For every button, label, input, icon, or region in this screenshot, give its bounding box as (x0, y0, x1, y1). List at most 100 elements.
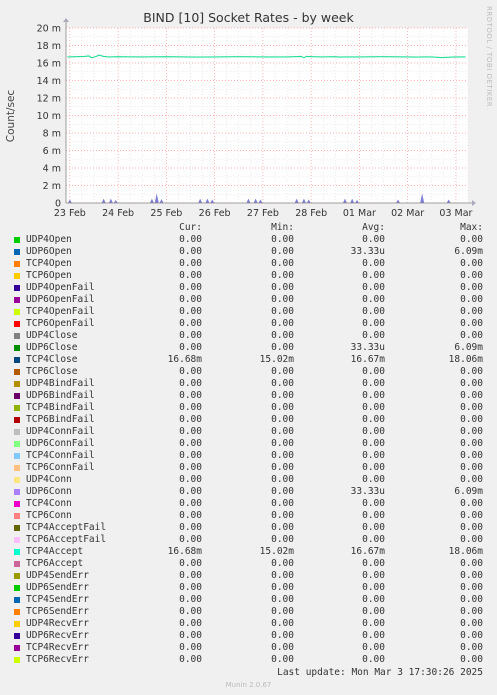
legend-swatch (14, 465, 20, 471)
legend-swatch (14, 645, 20, 651)
legend-min-value: 0.00 (271, 294, 294, 305)
legend-row: UDP4Close 0.00 0.00 0.00 0.00 (0, 330, 497, 342)
legend-min-value: 0.00 (271, 630, 294, 641)
legend-series-name: UDP6ConnFail (26, 438, 95, 449)
legend-series-name: UDP4Conn (26, 474, 72, 485)
legend-cur-value: 0.00 (179, 462, 202, 473)
legend-max-value: 18.06m (448, 546, 483, 557)
legend-row: TCP4BindFail 0.00 0.00 0.00 0.00 (0, 402, 497, 414)
legend-row: UDP4OpenFail 0.00 0.00 0.00 0.00 (0, 282, 497, 294)
legend-avg-value: 0.00 (362, 522, 385, 533)
legend-min-value: 15.02m (259, 546, 294, 557)
legend-min-value: 0.00 (271, 234, 294, 245)
legend-max-value: 6.09m (454, 342, 483, 353)
legend-swatch (14, 453, 20, 459)
x-tick-label: 25 Feb (150, 208, 182, 219)
munin-graph: BIND [10] Socket Rates - by week RRDTOOL… (0, 0, 497, 695)
legend-cur-value: 0.00 (179, 390, 202, 401)
legend-row: TCP6Close 0.00 0.00 0.00 0.00 (0, 366, 497, 378)
x-tick-label: 28 Feb (295, 208, 327, 219)
legend-cur-value: 0.00 (179, 474, 202, 485)
legend-max-value: 0.00 (460, 498, 483, 509)
legend-max-value: 0.00 (460, 474, 483, 485)
legend-cur-value: 0.00 (179, 642, 202, 653)
y-tick-label: 18 m (37, 41, 61, 52)
legend-max-value: 0.00 (460, 318, 483, 329)
legend-row: TCP4Accept 16.68m 15.02m 16.67m 18.06m (0, 546, 497, 558)
legend-series-name: TCP6SendErr (26, 606, 89, 617)
legend-row: UDP6Close 0.00 0.00 33.33u 6.09m (0, 342, 497, 354)
legend-cur-value: 0.00 (179, 606, 202, 617)
legend-avg-value: 0.00 (362, 654, 385, 665)
x-tick-label: 01 Mar (343, 208, 376, 219)
legend-min-value: 0.00 (271, 558, 294, 569)
legend-row: UDP6OpenFail 0.00 0.00 0.00 0.00 (0, 294, 497, 306)
legend-min-value: 0.00 (271, 282, 294, 293)
legend-min-value: 0.00 (271, 462, 294, 473)
legend-max-value: 0.00 (460, 582, 483, 593)
legend-header-row: Cur: Min: Avg: Max: (0, 222, 497, 234)
legend-max-value: 0.00 (460, 630, 483, 641)
legend-max-value: 0.00 (460, 414, 483, 425)
legend-cur-value: 0.00 (179, 330, 202, 341)
legend-avg-value: 0.00 (362, 402, 385, 413)
legend-swatch (14, 633, 20, 639)
legend-series-name: UDP4BindFail (26, 378, 95, 389)
header-min: Min: (271, 222, 294, 233)
legend-cur-value: 0.00 (179, 378, 202, 389)
legend-series-name: UDP6Close (26, 342, 78, 353)
legend-cur-value: 0.00 (179, 402, 202, 413)
legend-series-name: TCP6BindFail (26, 414, 95, 425)
legend-max-value: 0.00 (460, 438, 483, 449)
legend-series-name: TCP4ConnFail (26, 450, 95, 461)
legend-min-value: 0.00 (271, 654, 294, 665)
chart-plot: 02 m4 m6 m8 m10 m12 m14 m16 m18 m20 m23 … (37, 18, 476, 219)
legend-row: TCP4SendErr 0.00 0.00 0.00 0.00 (0, 594, 497, 606)
y-tick-label: 12 m (37, 94, 61, 105)
legend-min-value: 0.00 (271, 534, 294, 545)
y-tick-label: 20 m (37, 24, 61, 35)
legend-series-name: TCP4BindFail (26, 402, 95, 413)
munin-version: Munin 2.0.67 (225, 681, 272, 689)
y-tick-label: 16 m (37, 59, 61, 70)
legend-min-value: 0.00 (271, 246, 294, 257)
legend-min-value: 0.00 (271, 642, 294, 653)
legend-swatch (14, 405, 20, 411)
legend-avg-value: 0.00 (362, 618, 385, 629)
legend-max-value: 0.00 (460, 282, 483, 293)
legend-min-value: 0.00 (271, 486, 294, 497)
legend-avg-value: 0.00 (362, 558, 385, 569)
legend-row: UDP4SendErr 0.00 0.00 0.00 0.00 (0, 570, 497, 582)
x-tick-label: 03 Mar (439, 208, 472, 219)
legend-max-value: 0.00 (460, 594, 483, 605)
legend-series-name: UDP6SendErr (26, 582, 89, 593)
legend-min-value: 0.00 (271, 402, 294, 413)
legend-min-value: 0.00 (271, 606, 294, 617)
legend-min-value: 0.00 (271, 306, 294, 317)
legend-avg-value: 0.00 (362, 594, 385, 605)
legend-max-value: 0.00 (460, 450, 483, 461)
legend-swatch (14, 573, 20, 579)
legend-avg-value: 0.00 (362, 450, 385, 461)
legend-series-name: TCP6ConnFail (26, 462, 95, 473)
legend-row: TCP4OpenFail 0.00 0.00 0.00 0.00 (0, 306, 497, 318)
x-tick-label: 26 Feb (199, 208, 231, 219)
legend-series-name: UDP6Open (26, 246, 72, 257)
legend-swatch (14, 333, 20, 339)
legend-max-value: 0.00 (460, 330, 483, 341)
legend-cur-value: 0.00 (179, 582, 202, 593)
legend-min-value: 0.00 (271, 330, 294, 341)
legend-swatch (14, 357, 20, 363)
legend-row: UDP4RecvErr 0.00 0.00 0.00 0.00 (0, 618, 497, 630)
legend-cur-value: 0.00 (179, 294, 202, 305)
y-tick-label: 8 m (43, 129, 61, 140)
legend-max-value: 0.00 (460, 534, 483, 545)
legend-min-value: 0.00 (271, 582, 294, 593)
legend-max-value: 0.00 (460, 390, 483, 401)
legend-swatch (14, 273, 20, 279)
legend-swatch (14, 489, 20, 495)
legend-cur-value: 16.68m (167, 546, 202, 557)
legend-swatch (14, 321, 20, 327)
legend-max-value: 0.00 (460, 366, 483, 377)
x-tick-label: 27 Feb (247, 208, 279, 219)
